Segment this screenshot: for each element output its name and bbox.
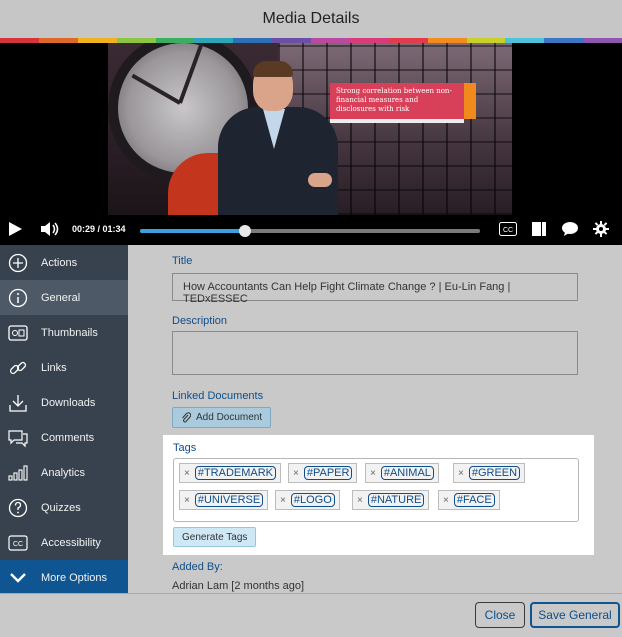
tag-remove-icon[interactable]: × (184, 468, 190, 479)
sidebar-item-general[interactable]: General (0, 280, 128, 315)
seek-bar-handle[interactable] (239, 225, 252, 237)
close-button[interactable]: Close (475, 602, 525, 628)
chevron-down-icon (8, 568, 28, 588)
sidebar-item-downloads[interactable]: Downloads (0, 385, 128, 420)
thumbnails-icon (8, 323, 28, 343)
analytics-icon (8, 463, 28, 483)
video-caption-card: Strong correlation between non-financial… (330, 83, 464, 119)
tag-remove-icon[interactable]: × (443, 495, 449, 506)
dialog-header: Media Details (0, 0, 622, 38)
question-circle-icon (8, 498, 28, 518)
tag-label: #TRADEMARK (194, 466, 277, 480)
sidebar-item-label: More Options (41, 572, 108, 584)
title-input[interactable]: How Accountants Can Help Fight Climate C… (172, 273, 578, 305)
info-circle-icon (8, 288, 28, 308)
tag-chip: × #UNIVERSE (179, 490, 269, 510)
sidebar-item-quizzes[interactable]: Quizzes (0, 490, 128, 525)
sidebar-item-more-options[interactable]: More Options (0, 560, 128, 596)
add-document-button[interactable]: Add Document (172, 407, 272, 428)
tag-label: #UNIVERSE (194, 493, 264, 507)
download-icon (8, 393, 28, 413)
volume-icon[interactable] (40, 219, 60, 239)
sidebar-item-label: Downloads (41, 396, 96, 409)
paperclip-icon (182, 412, 191, 423)
tag-chip: × #LOGO (275, 490, 340, 510)
sidebar-item-label: Actions (41, 256, 78, 269)
closed-captions-icon[interactable]: CC (498, 219, 518, 239)
sidebar-item-analytics[interactable]: Analytics (0, 455, 128, 490)
tag-label: #FACE (453, 493, 495, 507)
sidebar-item-label: General (41, 291, 81, 304)
media-details-dialog: Media Details Strong correlation between… (0, 0, 622, 637)
seek-bar-progress (140, 229, 246, 233)
description-label: Description (172, 315, 228, 327)
seek-bar[interactable] (140, 225, 480, 237)
tags-panel: Tags × #TRADEMARK × #PAPER × #ANIMAL × #… (163, 435, 594, 555)
sidebar-item-thumbnails[interactable]: Thumbnails (0, 315, 128, 350)
tags-input[interactable]: × #TRADEMARK × #PAPER × #ANIMAL × #GREEN… (173, 458, 579, 522)
save-general-button[interactable]: Save General (530, 602, 620, 628)
tag-label: #ANIMAL (380, 466, 434, 480)
tag-chip: × #PAPER (288, 463, 358, 483)
tag-remove-icon[interactable]: × (370, 468, 376, 479)
generate-tags-button[interactable]: Generate Tags (173, 527, 257, 547)
tag-chip: × #NATURE (352, 490, 430, 510)
sidebar-item-accessibility[interactable]: CC Accessibility (0, 525, 128, 560)
dialog-title: Media Details (262, 10, 360, 27)
settings-gear-icon[interactable] (592, 219, 610, 239)
svg-text:CC: CC (13, 541, 23, 548)
added-by-label: Added By: (172, 561, 223, 573)
tags-label: Tags (173, 442, 197, 454)
sidebar: Actions General Thumbnails Links Downloa… (0, 245, 128, 596)
video-player: Strong correlation between non-financial… (0, 43, 622, 245)
tag-remove-icon[interactable]: × (458, 468, 464, 479)
sidebar-item-links[interactable]: Links (0, 350, 128, 385)
tag-label: #LOGO (290, 493, 335, 507)
title-label: Title (172, 255, 193, 267)
sidebar-item-label: Quizzes (41, 501, 81, 514)
tag-label: #NATURE (367, 493, 425, 507)
play-icon[interactable] (6, 219, 24, 239)
tag-chip: × #GREEN (453, 463, 526, 483)
tag-label: #PAPER (303, 466, 353, 480)
sidebar-item-label: Links (41, 361, 67, 374)
time-display: 00:29 / 01:34 (72, 224, 126, 234)
speaker (213, 61, 343, 215)
tag-remove-icon[interactable]: × (357, 495, 363, 506)
general-form: Title How Accountants Can Help Fight Cli… (128, 245, 622, 593)
tag-remove-icon[interactable]: × (280, 495, 286, 506)
description-textarea[interactable] (172, 331, 578, 375)
linked-documents-label: Linked Documents (172, 390, 264, 402)
tag-label: #GREEN (468, 466, 521, 480)
comments-icon (8, 428, 28, 448)
sidebar-item-comments[interactable]: Comments (0, 420, 128, 455)
video-caption-text: Strong correlation between non-financial… (336, 87, 452, 113)
chat-icon[interactable] (560, 219, 580, 239)
sidebar-item-label: Accessibility (41, 536, 101, 549)
player-controls: 00:29 / 01:34 CC (0, 215, 622, 245)
added-by-value: Adrian Lam [2 months ago] (172, 580, 305, 592)
add-document-label: Add Document (196, 412, 263, 423)
plus-circle-icon (8, 253, 28, 273)
sidebar-item-label: Thumbnails (41, 326, 98, 339)
sidebar-item-label: Analytics (41, 466, 86, 479)
sidebar-item-actions[interactable]: Actions (0, 245, 128, 280)
tag-chip: × #TRADEMARK (179, 463, 282, 483)
tag-chip: × #FACE (438, 490, 500, 510)
video-frame[interactable]: Strong correlation between non-financial… (108, 43, 512, 215)
tag-chip: × #ANIMAL (365, 463, 439, 483)
tag-remove-icon[interactable]: × (293, 468, 299, 479)
sidebar-item-label: Comments (41, 431, 95, 444)
svg-text:CC: CC (503, 227, 513, 234)
cc-icon: CC (8, 533, 28, 553)
tag-remove-icon[interactable]: × (184, 495, 190, 506)
sidebar-toggle-icon[interactable] (530, 219, 548, 239)
link-icon (8, 358, 28, 378)
dialog-footer: Close Save General (0, 593, 622, 637)
